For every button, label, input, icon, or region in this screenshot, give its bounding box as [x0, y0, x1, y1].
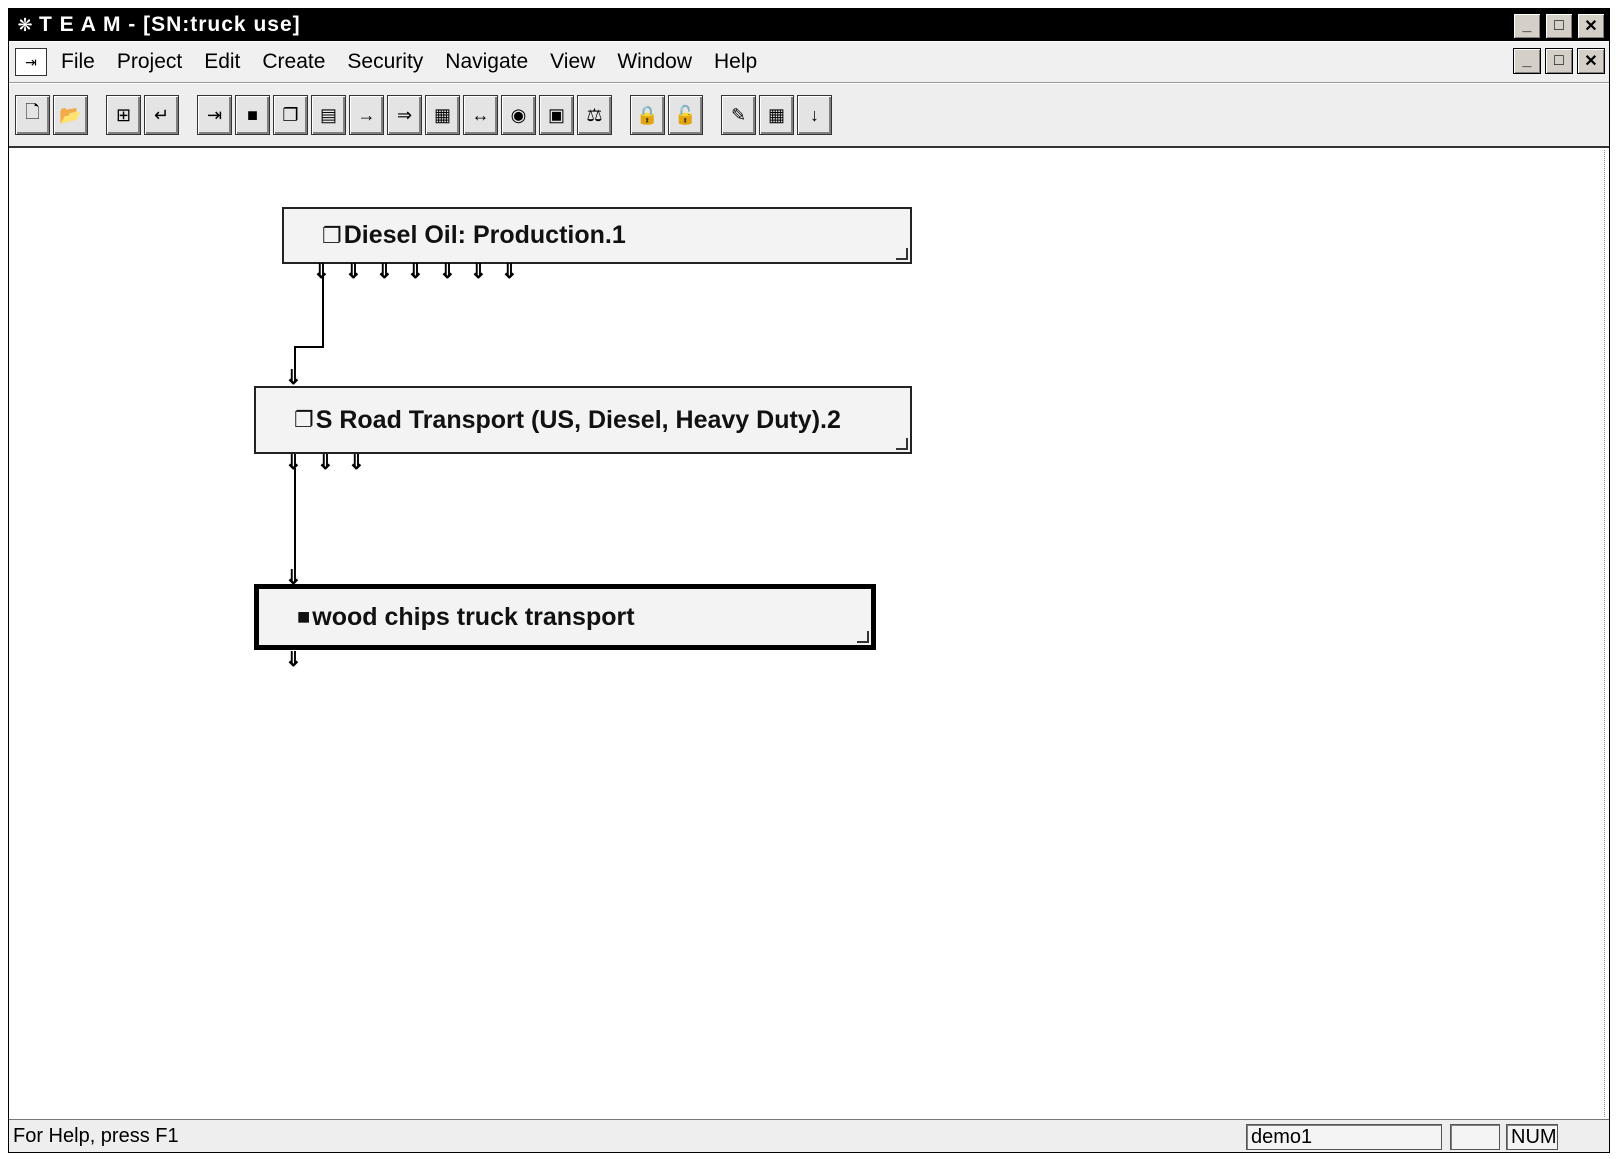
process-icon[interactable]: ■: [235, 95, 270, 135]
output-flow-arrow[interactable]: ⇓: [407, 262, 424, 282]
status-help-text: For Help, press F1: [13, 1125, 179, 1147]
title-bar[interactable]: ❋ T E A M - [SN:truck use] _ □ ✕: [9, 9, 1609, 41]
menu-help[interactable]: Help: [714, 50, 757, 74]
menu-window[interactable]: Window: [617, 50, 692, 74]
toolbar-group-tools: ✎ ▦ ↓: [721, 95, 832, 135]
toolbar-group-create: ⇥ ■ ❐ ▤ → ⇒ ▦ ↔ ◉ ▣ ⚖: [197, 95, 612, 135]
copy-process-icon: ❐: [322, 222, 342, 248]
lock-down-icon[interactable]: 🔒: [630, 95, 665, 135]
menu-project[interactable]: Project: [117, 50, 182, 74]
open-file-icon[interactable]: 📂: [53, 95, 88, 135]
output-flow-arrow[interactable]: ⇓: [285, 650, 302, 670]
input-flow-arrow[interactable]: ⇓: [285, 368, 302, 388]
doc-close-button[interactable]: ✕: [1577, 48, 1605, 74]
flow-connector[interactable]: [322, 276, 324, 348]
doc-restore-button[interactable]: □: [1545, 48, 1573, 74]
process-node-diesel-oil[interactable]: ❐ Diesel Oil: Production.1: [282, 207, 912, 264]
menu-view[interactable]: View: [550, 50, 595, 74]
toolbar: 🗋 📂 ⊞ ↵ ⇥ ■ ❐ ▤ → ⇒ ▦ ↔ ◉ ▣ ⚖ 🔒 🔓 ✎ ▦ ↓: [9, 84, 1609, 148]
process-icon: ■: [297, 604, 311, 629]
output-flow-arrow[interactable]: ⇓: [348, 453, 365, 473]
process-node-wood-chips[interactable]: ■ wood chips truck transport: [254, 584, 876, 650]
toolbar-group-file: 🗋 📂: [15, 95, 88, 135]
flow-connector[interactable]: [294, 346, 324, 348]
output-flow-arrow[interactable]: ⇓: [345, 262, 362, 282]
output-flow-arrow[interactable]: ⇓: [439, 262, 456, 282]
status-num-indicator: NUM: [1506, 1124, 1558, 1150]
menu-edit[interactable]: Edit: [204, 50, 240, 74]
grid-icon[interactable]: ▦: [759, 95, 794, 135]
report-icon[interactable]: ▣: [539, 95, 574, 135]
resize-handle[interactable]: [896, 248, 908, 260]
range-icon[interactable]: ↔: [463, 95, 498, 135]
document-icon[interactable]: ⇥: [15, 48, 47, 76]
menu-navigate[interactable]: Navigate: [445, 50, 528, 74]
multi-process-icon[interactable]: ▤: [311, 95, 346, 135]
toolbar-group-nav: ⊞ ↵: [106, 95, 179, 135]
status-user-panel: demo1: [1246, 1124, 1442, 1150]
return-icon[interactable]: ↵: [144, 95, 179, 135]
menu-file[interactable]: File: [61, 50, 95, 74]
process-node-road-transport[interactable]: ❐ S Road Transport (US, Diesel, Heavy Du…: [254, 386, 912, 454]
lock-up-icon[interactable]: 🔓: [668, 95, 703, 135]
resize-handle[interactable]: [896, 438, 908, 450]
menu-bar: ⇥ File Project Edit Create Security Navi…: [9, 42, 1609, 83]
close-button[interactable]: ✕: [1577, 13, 1605, 39]
down-arrow-icon[interactable]: ↓: [797, 95, 832, 135]
team-app-icon[interactable]: ❋: [11, 12, 39, 38]
output-flow-arrow[interactable]: ⇓: [376, 262, 393, 282]
input-flow-icon[interactable]: →: [349, 95, 384, 135]
copy-process-icon: ❐: [294, 407, 314, 432]
doc-minimize-button[interactable]: _: [1513, 48, 1541, 74]
new-file-icon[interactable]: 🗋: [15, 95, 50, 135]
team-window: ❋ T E A M - [SN:truck use] _ □ ✕ ⇥ File …: [8, 8, 1610, 1153]
resize-handle[interactable]: [857, 631, 869, 643]
toolbar-group-security: 🔒 🔓: [630, 95, 703, 135]
output-flow-arrow[interactable]: ⇓: [470, 262, 487, 282]
menu-security[interactable]: Security: [347, 50, 423, 74]
module-icon[interactable]: ⇥: [197, 95, 232, 135]
status-bar: For Help, press F1 demo1 NUM: [9, 1119, 1609, 1152]
output-flow-arrow[interactable]: ⇓: [501, 262, 518, 282]
edit-table-icon[interactable]: ✎: [721, 95, 756, 135]
node-label: S Road Transport (US, Diesel, Heavy Duty…: [315, 405, 841, 434]
output-flow-icon[interactable]: ⇒: [387, 95, 422, 135]
window-title: T E A M - [SN:truck use]: [39, 13, 301, 36]
balance-icon[interactable]: ⚖: [577, 95, 612, 135]
diagram-canvas[interactable]: ❐ Diesel Oil: Production.1 ⇓ ⇓ ⇓ ⇓ ⇓ ⇓ ⇓…: [9, 150, 1609, 1117]
node-label: wood chips truck transport: [312, 602, 635, 631]
copy-process-icon[interactable]: ❐: [273, 95, 308, 135]
menu-create[interactable]: Create: [262, 50, 325, 74]
block-icon[interactable]: ▦: [425, 95, 460, 135]
flow-connector[interactable]: [294, 468, 296, 570]
status-empty-panel: [1450, 1124, 1500, 1150]
output-flow-arrow[interactable]: ⇓: [317, 453, 334, 473]
maximize-button[interactable]: □: [1545, 13, 1573, 39]
minimize-button[interactable]: _: [1513, 13, 1541, 39]
globe-icon[interactable]: ◉: [501, 95, 536, 135]
canvas-right-edge: [1604, 150, 1609, 1117]
tree-view-icon[interactable]: ⊞: [106, 95, 141, 135]
node-label: Diesel Oil: Production.1: [343, 221, 626, 249]
